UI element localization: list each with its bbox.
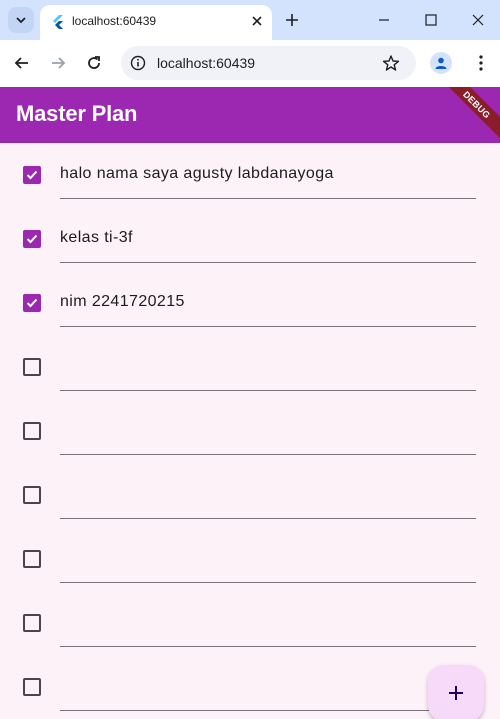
browser-toolbar: localhost:60439 <box>0 40 500 87</box>
check-icon <box>26 170 38 180</box>
task-row: halo nama saya agusty labdanayoga <box>0 143 500 207</box>
task-description-text: kelas ti-3f <box>60 229 133 246</box>
debug-label: DEBUG <box>461 88 493 121</box>
task-description-field[interactable]: kelas ti-3f <box>60 207 476 263</box>
task-description-field[interactable]: nim 2241720215 <box>60 271 476 327</box>
app-bar: Master Plan DEBUG <box>0 87 500 143</box>
browser-menu-button[interactable] <box>470 52 492 74</box>
browser-tab-bar: localhost:60439 <box>0 0 500 40</box>
task-description-text: nim 2241720215 <box>60 293 185 310</box>
flutter-icon <box>53 15 63 29</box>
task-row <box>0 655 500 719</box>
check-icon <box>26 298 38 308</box>
task-row <box>0 527 500 591</box>
arrow-right-icon <box>52 57 66 69</box>
tab-close-button[interactable] <box>247 11 267 31</box>
plus-icon <box>286 14 298 26</box>
more-vert-icon <box>479 55 483 71</box>
browser-tab[interactable]: localhost:60439 <box>40 5 272 40</box>
task-checkbox[interactable] <box>23 614 41 632</box>
task-row: kelas ti-3f <box>0 207 500 271</box>
task-row <box>0 463 500 527</box>
task-checkbox[interactable] <box>23 230 41 248</box>
arrow-left-icon <box>14 57 28 69</box>
add-icon <box>449 686 463 700</box>
task-checkbox[interactable] <box>23 166 41 184</box>
person-icon <box>435 57 447 69</box>
back-button[interactable] <box>11 52 33 74</box>
task-checkbox[interactable] <box>23 358 41 376</box>
debug-banner: DEBUG <box>439 87 500 142</box>
task-checkbox[interactable] <box>23 422 41 440</box>
close-icon <box>472 14 484 26</box>
maximize-button[interactable] <box>421 10 441 30</box>
star-icon <box>382 55 400 71</box>
task-checkbox[interactable] <box>23 550 41 568</box>
site-info-icon[interactable] <box>129 54 147 72</box>
task-description-field[interactable] <box>60 399 476 455</box>
task-checkbox[interactable] <box>23 294 41 312</box>
minimize-button[interactable] <box>374 10 394 30</box>
task-row <box>0 399 500 463</box>
task-description-field[interactable] <box>60 655 476 711</box>
new-tab-button[interactable] <box>282 10 302 30</box>
task-description-field[interactable] <box>60 527 476 583</box>
bookmark-button[interactable] <box>381 53 401 73</box>
task-checkbox[interactable] <box>23 678 41 696</box>
task-row <box>0 591 500 655</box>
task-description-text: halo nama saya agusty labdanayoga <box>60 165 334 182</box>
task-list: halo nama saya agusty labdanayoga kelas t… <box>0 143 500 719</box>
add-task-button[interactable] <box>428 665 484 719</box>
task-description-field[interactable] <box>60 591 476 647</box>
task-description-field[interactable]: halo nama saya agusty labdanayoga <box>60 143 476 199</box>
forward-button[interactable] <box>47 52 69 74</box>
info-icon <box>130 55 146 71</box>
task-row <box>0 335 500 399</box>
minimize-icon <box>379 19 389 21</box>
close-icon <box>252 16 262 26</box>
reload-icon <box>88 56 100 69</box>
profile-button[interactable] <box>430 52 452 74</box>
tab-search-button[interactable] <box>8 7 34 33</box>
chevron-down-icon <box>16 17 26 24</box>
url-text: localhost:60439 <box>157 55 256 71</box>
maximize-icon <box>425 14 437 26</box>
check-icon <box>26 234 38 244</box>
page-title: Master Plan <box>16 101 138 126</box>
task-checkbox[interactable] <box>23 486 41 504</box>
address-bar[interactable]: localhost:60439 <box>121 46 416 80</box>
window-close-button[interactable] <box>468 10 488 30</box>
tab-title: localhost:60439 <box>72 14 157 28</box>
reload-button[interactable] <box>83 52 105 74</box>
task-description-field[interactable] <box>60 463 476 519</box>
task-row: nim 2241720215 <box>0 271 500 335</box>
task-description-field[interactable] <box>60 335 476 391</box>
